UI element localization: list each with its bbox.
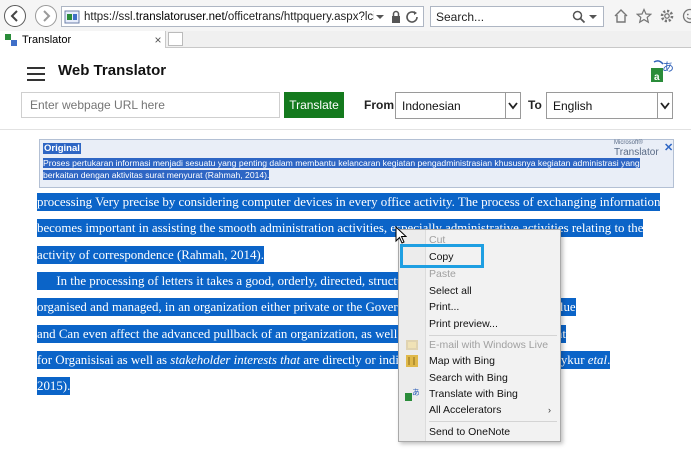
url-text: https://ssl.translatoruser.net/officetra… bbox=[84, 10, 374, 23]
to-language-value: English bbox=[553, 98, 593, 113]
mouse-cursor-icon bbox=[395, 226, 407, 244]
svg-text:あ: あ bbox=[412, 388, 419, 397]
browser-toolbar: https://ssl.translatoruser.net/officetra… bbox=[0, 0, 691, 31]
from-language-select[interactable]: Indonesian bbox=[395, 92, 521, 119]
original-text: Proses pertukaran informasi menjadi sesu… bbox=[43, 158, 640, 180]
menu-item-select-all[interactable]: Select all bbox=[429, 285, 472, 297]
address-bar[interactable]: https://ssl.translatoruser.net/officetra… bbox=[61, 6, 424, 27]
chevron-down-icon[interactable] bbox=[505, 93, 520, 118]
search-icon[interactable] bbox=[572, 10, 586, 24]
translator-logo-icon: a あ bbox=[651, 60, 674, 83]
dropdown-icon[interactable] bbox=[374, 12, 386, 22]
original-title: Original bbox=[43, 143, 81, 154]
tab-title: Translator bbox=[22, 33, 72, 46]
menu-item-print-preview[interactable]: Print preview... bbox=[429, 318, 498, 330]
svg-text:あ: あ bbox=[662, 60, 674, 74]
menu-item-email[interactable]: E-mail with Windows Live bbox=[429, 339, 548, 351]
to-label: To bbox=[528, 98, 542, 112]
map-icon bbox=[406, 355, 418, 367]
hamburger-menu-icon[interactable] bbox=[27, 67, 45, 85]
lock-icon[interactable] bbox=[389, 10, 403, 24]
submenu-arrow-icon: › bbox=[548, 405, 551, 415]
search-box[interactable]: Search... bbox=[430, 6, 604, 27]
search-input[interactable]: Search... bbox=[436, 10, 572, 24]
close-icon[interactable]: ✕ bbox=[664, 141, 673, 154]
chevron-down-icon[interactable] bbox=[657, 93, 672, 118]
tab-translator[interactable]: Translator × bbox=[0, 31, 166, 48]
refresh-icon[interactable] bbox=[405, 10, 421, 24]
content-line: activity of correspondence (Rahmah, 2014… bbox=[37, 246, 264, 264]
new-tab-button[interactable] bbox=[168, 32, 183, 46]
to-language-select[interactable]: English bbox=[546, 92, 673, 119]
menu-separator bbox=[429, 335, 557, 336]
back-arrow-icon bbox=[10, 10, 18, 22]
search-dropdown-icon[interactable] bbox=[586, 12, 600, 22]
from-language-value: Indonesian bbox=[402, 98, 461, 113]
content-line: processing Very precise by considering c… bbox=[37, 193, 661, 211]
webpage-url-input[interactable] bbox=[21, 92, 280, 118]
menu-item-translate[interactable]: Translate with Bing bbox=[429, 388, 518, 400]
tab-strip: Translator × bbox=[0, 31, 691, 48]
home-icon[interactable] bbox=[611, 6, 630, 25]
translate-button[interactable]: Translate bbox=[284, 92, 344, 118]
copy-highlight-box bbox=[400, 244, 484, 268]
original-text-popup: Original Microsoft® Translator ✕ Proses … bbox=[39, 139, 674, 188]
translate-icon: あ bbox=[405, 388, 419, 401]
menu-item-print[interactable]: Print... bbox=[429, 301, 459, 313]
microsoft-translator-badge: Microsoft® Translator bbox=[614, 140, 659, 158]
gear-icon[interactable] bbox=[657, 6, 676, 25]
menu-item-search[interactable]: Search with Bing bbox=[429, 372, 508, 384]
tab-close-icon[interactable]: × bbox=[151, 33, 165, 47]
page-favicon-icon bbox=[64, 10, 80, 23]
menu-separator bbox=[429, 421, 557, 422]
favorites-star-icon[interactable] bbox=[634, 6, 653, 25]
menu-item-paste[interactable]: Paste bbox=[429, 268, 456, 280]
content-line: 2015). bbox=[37, 377, 71, 395]
smiley-feedback-icon[interactable] bbox=[680, 6, 691, 25]
windows-live-icon bbox=[406, 340, 418, 350]
forward-button[interactable] bbox=[35, 5, 57, 27]
page-title: Web Translator bbox=[58, 62, 167, 79]
menu-item-onenote[interactable]: Send to OneNote bbox=[429, 426, 510, 438]
forward-arrow-icon bbox=[43, 10, 51, 22]
from-label: From bbox=[364, 98, 394, 112]
menu-item-map[interactable]: Map with Bing bbox=[429, 355, 495, 367]
translator-tab-icon bbox=[5, 33, 17, 46]
svg-text:a: a bbox=[654, 72, 660, 83]
back-button[interactable] bbox=[4, 5, 26, 27]
menu-item-accelerators[interactable]: All Accelerators bbox=[429, 404, 501, 416]
